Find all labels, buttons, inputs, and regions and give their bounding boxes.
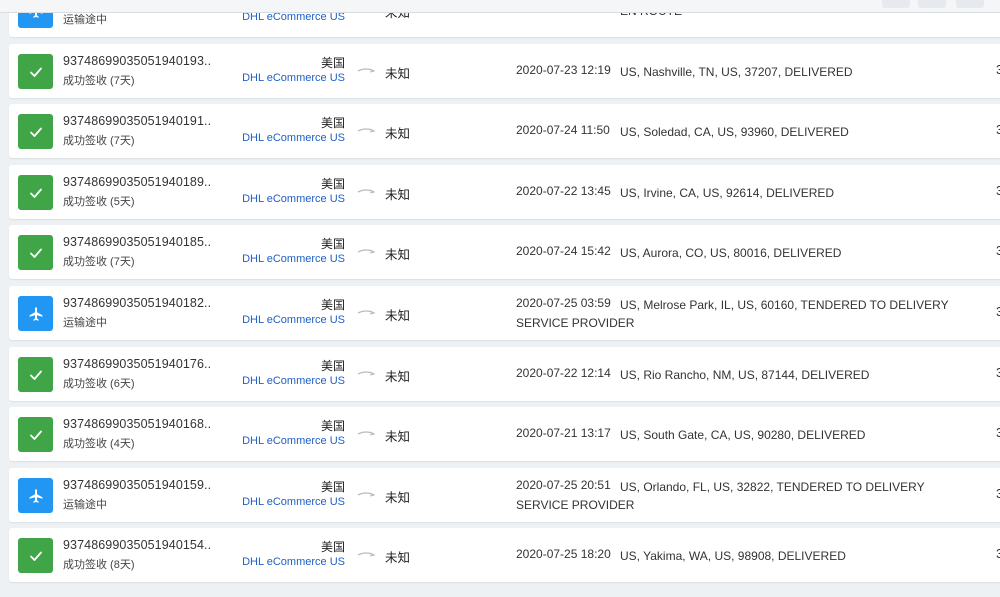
route-arrow-icon xyxy=(357,431,375,436)
trailing-value: 3 xyxy=(996,123,1000,137)
check-icon xyxy=(29,188,42,198)
delivery-status: 成功签收 (7天) xyxy=(63,75,135,87)
toolbar-button[interactable] xyxy=(882,0,910,8)
trailing-value: 3 xyxy=(996,184,1000,198)
status-icon xyxy=(18,538,53,573)
origin-country: 美国 xyxy=(320,480,345,494)
trailing-value: 3 xyxy=(996,305,1000,319)
destination-country: 未知 xyxy=(385,491,411,505)
carrier-link[interactable]: DHL eCommerce US xyxy=(189,72,345,84)
route-arrow-icon xyxy=(357,552,375,557)
airplane-icon xyxy=(29,488,42,503)
origin-country: 美国 xyxy=(320,359,345,373)
trailing-value: 3 xyxy=(996,366,1000,380)
shipment-row[interactable]: 93748699035051940159.. 运输途中 美国 DHL eComm… xyxy=(9,468,1000,522)
shipment-row[interactable]: 93748699035051940168.. 成功签收 (4天) 美国 DHL … xyxy=(9,407,1000,461)
toolbar-button[interactable] xyxy=(918,0,946,8)
route-arrow-icon xyxy=(357,371,375,376)
destination-country: 未知 xyxy=(385,370,411,384)
origin-country: 美国 xyxy=(320,56,345,70)
delivery-status: 成功签收 (5天) xyxy=(63,196,135,208)
carrier-link[interactable]: DHL eCommerce US xyxy=(189,314,345,326)
check-icon xyxy=(29,430,42,440)
status-icon xyxy=(18,296,53,331)
shipment-row[interactable]: 93748699035051940154.. 成功签收 (8天) 美国 DHL … xyxy=(9,528,1000,582)
origin-country: 美国 xyxy=(320,177,345,191)
delivery-status: 运输途中 xyxy=(63,317,107,329)
carrier-link[interactable]: DHL eCommerce US xyxy=(189,375,345,387)
destination-country: 未知 xyxy=(385,248,411,262)
event-description: US, Soledad, CA, US, 93960, DELIVERED xyxy=(620,125,849,139)
destination-country: 未知 xyxy=(385,67,411,81)
shipment-row[interactable]: 93748699035051940182.. 运输途中 美国 DHL eComm… xyxy=(9,286,1000,340)
origin-country: 美国 xyxy=(320,540,345,554)
event-description: US, Irvine, CA, US, 92614, DELIVERED xyxy=(620,186,835,200)
route-arrow-icon xyxy=(357,310,375,315)
origin-country: 美国 xyxy=(320,237,345,251)
destination-country: 未知 xyxy=(385,188,411,202)
carrier-link[interactable]: DHL eCommerce US xyxy=(189,253,345,265)
event-description: US, Orlando, FL, US, 32822, TENDERED TO … xyxy=(516,480,925,512)
check-icon xyxy=(29,551,42,561)
shipment-row[interactable]: 93748699035051940191.. 成功签收 (7天) 美国 DHL … xyxy=(9,104,1000,158)
trailing-value: 3 xyxy=(996,426,1000,440)
origin-country: 美国 xyxy=(320,116,345,130)
event-description: US, Yakima, WA, US, 98908, DELIVERED xyxy=(620,549,846,563)
delivery-status: 运输途中 xyxy=(63,14,107,26)
destination-country: 未知 xyxy=(385,430,411,444)
carrier-link[interactable]: DHL eCommerce US xyxy=(189,496,345,508)
shipment-row[interactable]: 93748699035051940193.. 成功签收 (7天) 美国 DHL … xyxy=(9,44,1000,98)
route-arrow-icon xyxy=(357,249,375,254)
carrier-link[interactable]: DHL eCommerce US xyxy=(189,556,345,568)
destination-country: 未知 xyxy=(385,309,411,323)
check-icon xyxy=(29,67,42,77)
delivery-status: 成功签收 (7天) xyxy=(63,135,135,147)
shipment-row[interactable]: 93748699035051940176.. 成功签收 (6天) 美国 DHL … xyxy=(9,347,1000,401)
status-icon xyxy=(18,54,53,89)
route-arrow-icon xyxy=(357,189,375,194)
route-arrow-icon xyxy=(357,492,375,497)
route-arrow-icon xyxy=(357,68,375,73)
check-icon xyxy=(29,370,42,380)
carrier-link[interactable]: DHL eCommerce US xyxy=(189,193,345,205)
event-description: US, Melrose Park, IL, US, 60160, TENDERE… xyxy=(516,298,949,330)
status-icon xyxy=(18,235,53,270)
destination-country: 未知 xyxy=(385,551,411,565)
event-description: US, Aurora, CO, US, 80016, DELIVERED xyxy=(620,246,842,260)
delivery-status: 成功签收 (4天) xyxy=(63,438,135,450)
carrier-link[interactable]: DHL eCommerce US xyxy=(189,132,345,144)
status-icon xyxy=(18,417,53,452)
shipment-row[interactable]: 93748699035051940185.. 成功签收 (7天) 美国 DHL … xyxy=(9,225,1000,279)
status-icon xyxy=(18,478,53,513)
delivery-status: 成功签收 (6天) xyxy=(63,378,135,390)
airplane-icon xyxy=(29,306,42,321)
trailing-value: 3 xyxy=(996,244,1000,258)
delivery-status: 成功签收 (8天) xyxy=(63,559,135,571)
route-arrow-icon xyxy=(357,128,375,133)
toolbar-button[interactable] xyxy=(956,0,984,8)
trailing-value: 3 xyxy=(996,547,1000,561)
shipment-row[interactable]: 93748699035051940189.. 成功签收 (5天) 美国 DHL … xyxy=(9,165,1000,219)
origin-country: 美国 xyxy=(320,419,345,433)
destination-country: 未知 xyxy=(385,127,411,141)
origin-country: 美国 xyxy=(320,298,345,312)
delivery-status: 成功签收 (7天) xyxy=(63,256,135,268)
event-description: US, Nashville, TN, US, 37207, DELIVERED xyxy=(620,65,853,79)
carrier-link[interactable]: DHL eCommerce US xyxy=(189,435,345,447)
check-icon xyxy=(29,127,42,137)
delivery-status: 运输途中 xyxy=(63,499,107,511)
trailing-value: 3 xyxy=(996,63,1000,77)
trailing-value: 3 xyxy=(996,487,1000,501)
event-description: US, Rio Rancho, NM, US, 87144, DELIVERED xyxy=(620,368,870,382)
status-icon xyxy=(18,357,53,392)
event-description: US, South Gate, CA, US, 90280, DELIVERED xyxy=(620,428,866,442)
status-icon xyxy=(18,114,53,149)
status-icon xyxy=(18,175,53,210)
top-toolbar xyxy=(0,0,1000,13)
check-icon xyxy=(29,248,42,258)
